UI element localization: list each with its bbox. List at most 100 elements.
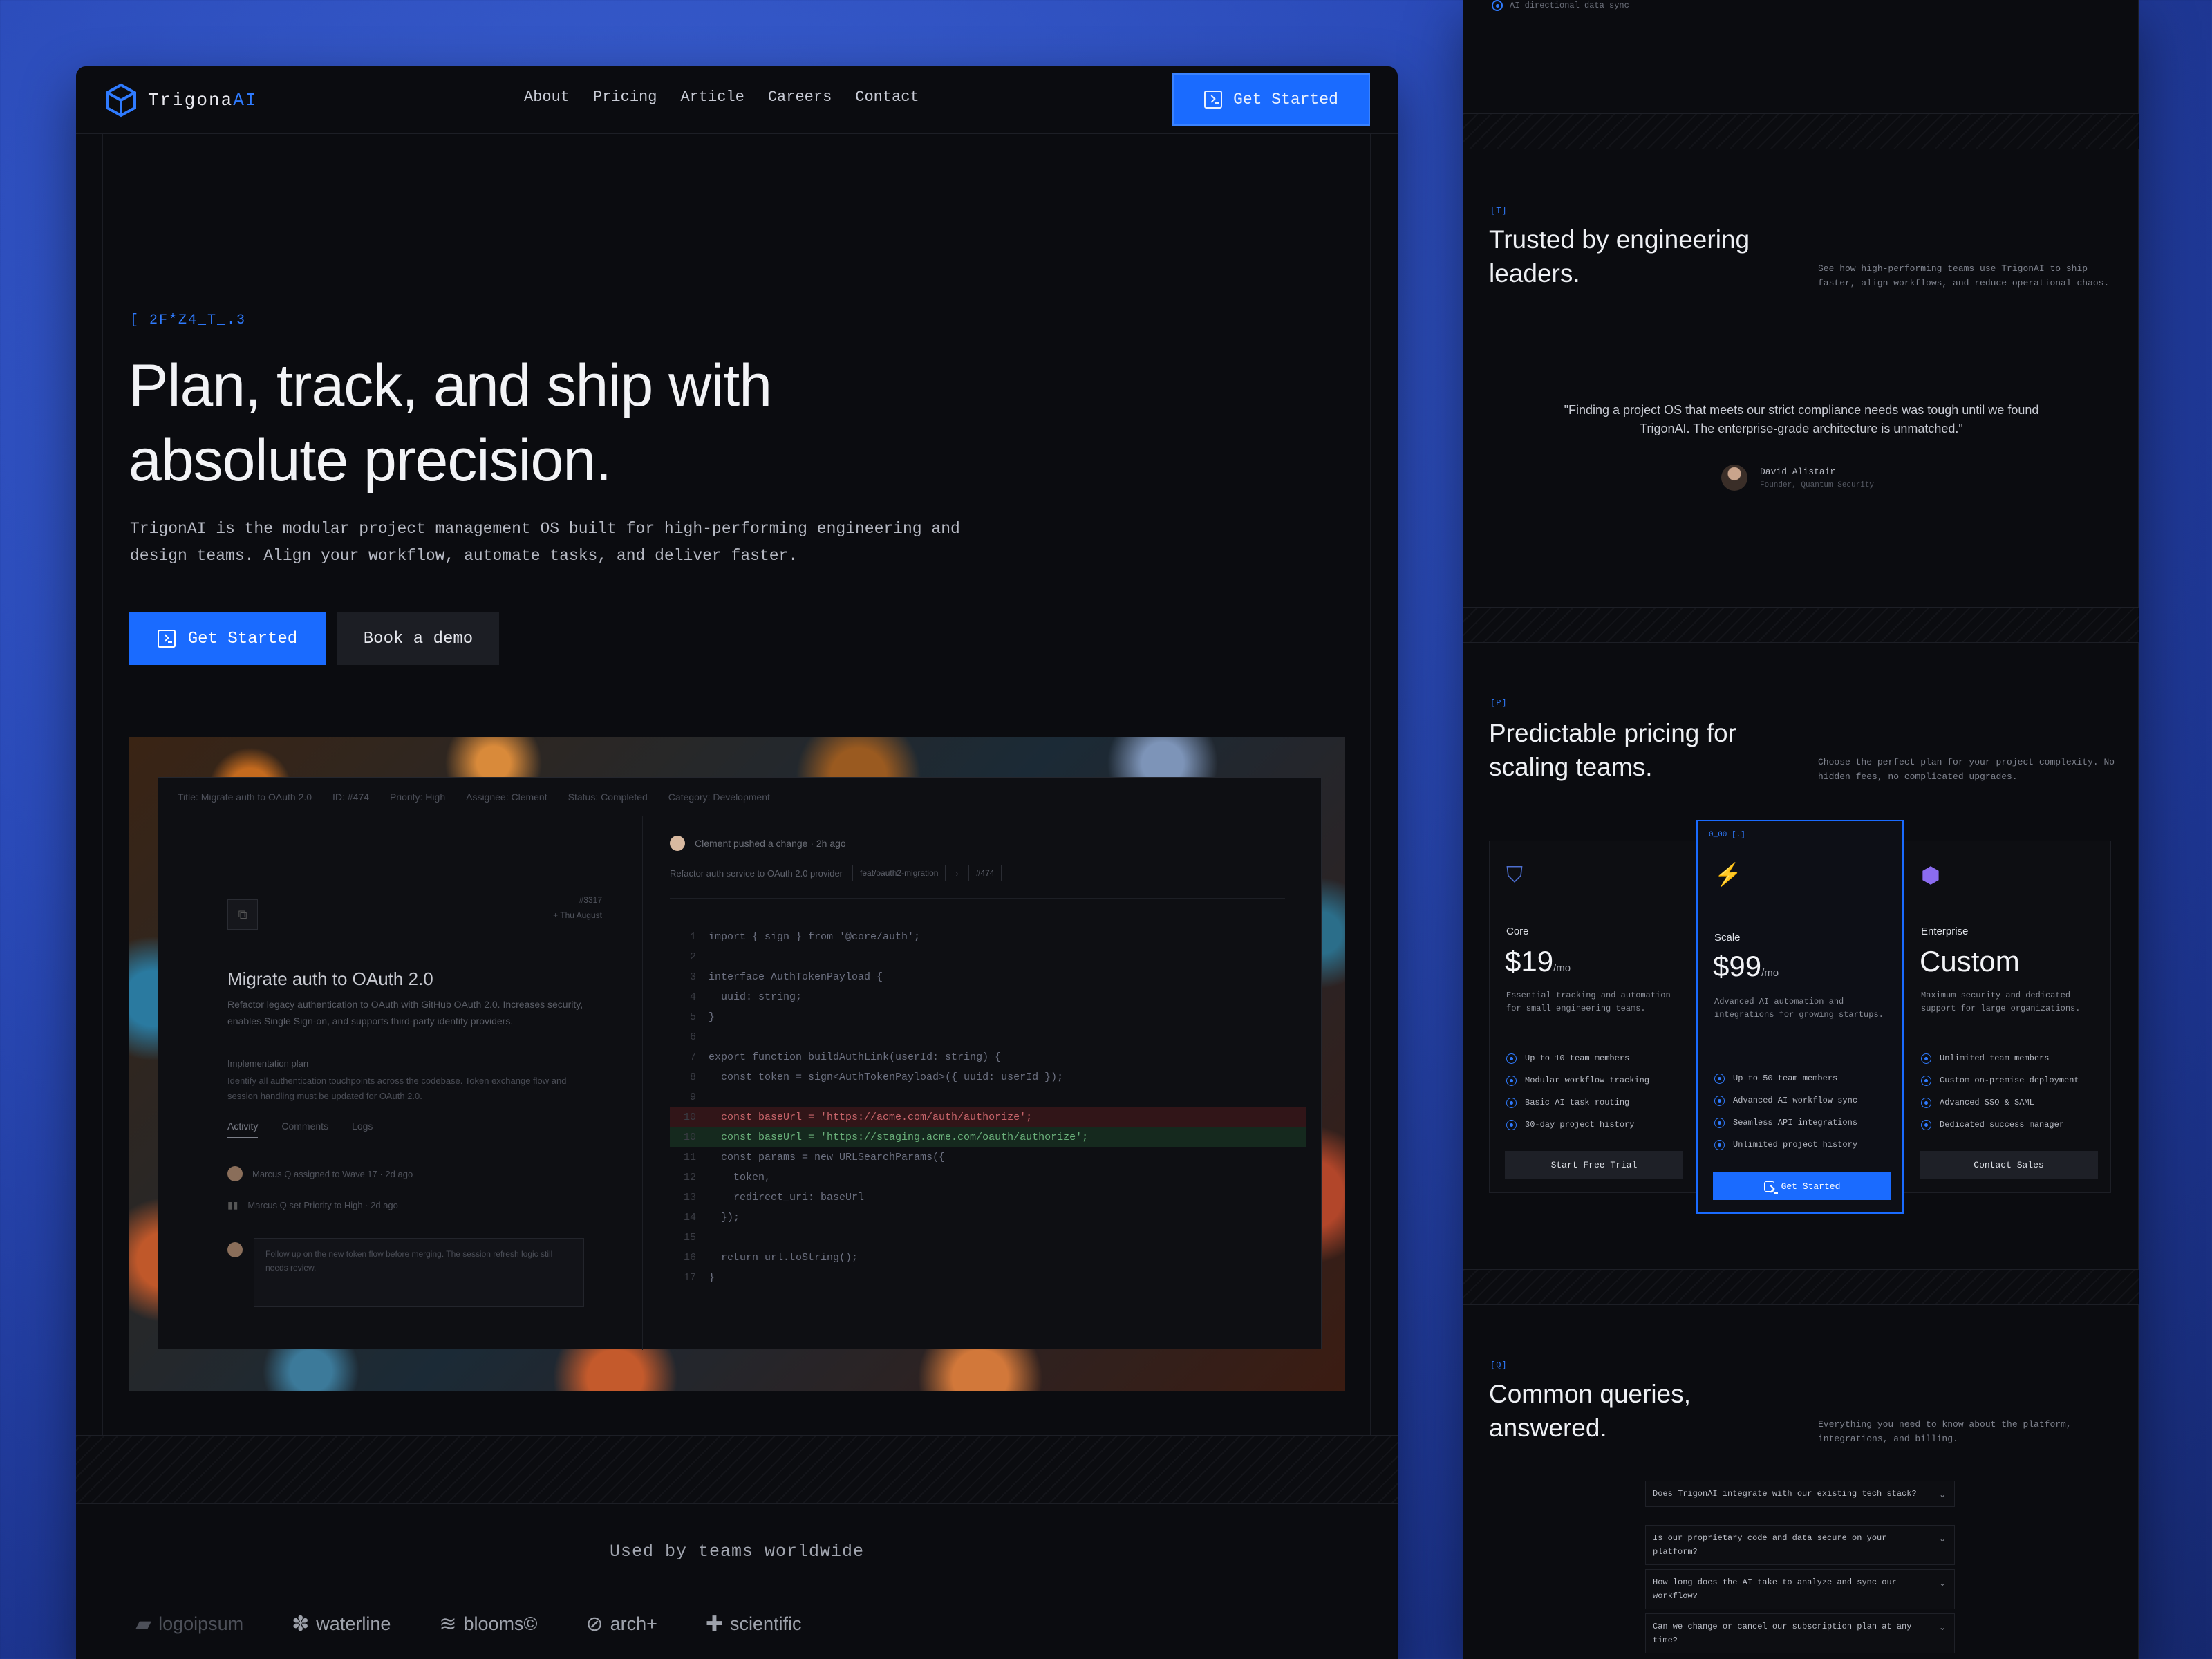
issue-chip: #474: [968, 865, 1002, 881]
code-line: 14 });: [670, 1208, 1306, 1228]
nav-link-article[interactable]: Article: [680, 88, 744, 106]
book-demo-button[interactable]: Book a demo: [337, 612, 499, 665]
code-text: const params = new URLSearchParams({: [709, 1152, 946, 1163]
code-text: }: [709, 1272, 715, 1284]
nav-link-contact[interactable]: Contact: [855, 88, 919, 106]
pricing-title: Predictable pricing for scaling teams.: [1489, 719, 1736, 781]
testimonials-title: Trusted by engineering leaders.: [1489, 225, 1750, 288]
section-divider-hatch: [1463, 1269, 2139, 1305]
chevron-down-icon: ⌄: [1938, 1490, 1946, 1500]
code-line: 13 redirect_uri: baseUrl: [670, 1188, 1306, 1208]
plan-feature: Custom on-premise deployment: [1921, 1069, 2079, 1091]
tab-activity[interactable]: Activity: [227, 1121, 259, 1138]
tab-logs[interactable]: Logs: [352, 1121, 373, 1138]
branch-chip: feat/oauth2-migration: [852, 865, 946, 881]
line-number: 3: [689, 971, 696, 983]
plan-description: Essential tracking and automation for sm…: [1506, 991, 1671, 1013]
logoipsum-mark-icon: ▰: [135, 1613, 152, 1635]
nav-get-started-button[interactable]: Get Started: [1172, 73, 1370, 126]
plan-feature: Advanced SSO & SAML: [1921, 1091, 2079, 1114]
activity-item: Marcus Q assigned to Wave 17 · 2d ago: [227, 1166, 413, 1181]
landing-page-sections-card: AI directional data sync [T] Trusted by …: [1463, 0, 2139, 1659]
hexagon-cube-icon: [106, 83, 136, 118]
code-line: 7 export function buildAuthLink(userId: s…: [670, 1047, 1306, 1067]
hero-title: Plan, track, and ship with absolute preci…: [129, 353, 772, 494]
plan-name: Core: [1506, 926, 1529, 937]
chevron-down-icon: ⌄: [1938, 1623, 1946, 1633]
check-ring-icon: [1714, 1117, 1725, 1128]
nav-link-careers[interactable]: Careers: [768, 88, 832, 106]
plan-feature: Up to 50 team members: [1714, 1067, 1857, 1089]
faq-item[interactable]: How long does the AI take to analyze and…: [1645, 1569, 1955, 1609]
scale-get-started-button[interactable]: Get Started: [1713, 1172, 1891, 1200]
line-number: 11: [683, 1152, 696, 1163]
nav-link-pricing[interactable]: Pricing: [593, 88, 657, 106]
faq-item[interactable]: Is our proprietary code and data secure …: [1645, 1525, 1955, 1565]
code-text: token,: [709, 1172, 771, 1183]
author-role: Founder, Quantum Security: [1760, 480, 1875, 489]
terminal-icon: [157, 630, 176, 648]
contact-sales-button[interactable]: Contact Sales: [1920, 1151, 2098, 1179]
code-text: export function buildAuthLink(userId: st…: [709, 1051, 1002, 1063]
line-number: 12: [683, 1172, 696, 1183]
code-line: 11 const params = new URLSearchParams({: [670, 1147, 1306, 1168]
check-ring-icon: [1921, 1119, 1931, 1130]
client-logo-arch: ⊘ arch+: [585, 1613, 657, 1635]
faq-item[interactable]: Does TrigonAI integrate with our existin…: [1645, 1481, 1955, 1507]
client-logos: ▰ logoipsum ✽ waterline ≋ blooms© ⊘ arch+ ✚ s…: [135, 1612, 802, 1636]
commit-message: Refactor auth service to OAuth 2.0 provi…: [670, 865, 1002, 881]
arch-mark-icon: ⊘: [585, 1613, 603, 1635]
code-text: const baseUrl = 'https://staging.acme.co…: [709, 1132, 1089, 1143]
plan-feature: Basic AI task routing: [1506, 1091, 1649, 1114]
check-ring-icon: [1921, 1097, 1931, 1108]
terminal-icon: [1204, 91, 1223, 109]
comment-box[interactable]: Follow up on the new token flow before m…: [254, 1238, 584, 1307]
hero-description: TrigonAI is the modular project manageme…: [130, 520, 960, 565]
chevron-down-icon: ⌄: [1938, 1579, 1946, 1588]
line-number: 5: [689, 1011, 696, 1023]
task-detail-panel: ⧉ #3317 + Thu August Migrate auth to OAu…: [178, 816, 642, 1328]
tab-comments[interactable]: Comments: [281, 1121, 328, 1138]
code-text: uuid: string;: [709, 991, 803, 1003]
brand-logo[interactable]: TrigonaAI: [104, 83, 257, 118]
line-number: 1: [689, 931, 696, 943]
code-line: 12 token,: [670, 1168, 1306, 1188]
code-text: });: [709, 1212, 740, 1224]
featured-tag: 0_00 [.]: [1709, 831, 1745, 839]
blooms-mark-icon: ≋: [439, 1613, 457, 1635]
shield-icon: ⛉: [1506, 862, 1524, 887]
testimonials-tag: [T]: [1490, 206, 1508, 216]
code-text: redirect_uri: baseUrl: [709, 1192, 865, 1203]
faq-item[interactable]: Can we change or cancel our subscription…: [1645, 1613, 1955, 1653]
plan-card-scale: 0_00 [.] ⚡ Scale $99/mo Advanced AI auto…: [1696, 820, 1904, 1214]
check-ring-icon: [1921, 1075, 1931, 1086]
line-number: 13: [683, 1192, 696, 1203]
plan-price: $19/mo: [1505, 945, 1571, 977]
landing-page-card: TrigonaAI About Pricing Article Careers …: [76, 66, 1398, 1659]
code-line: 6: [670, 1027, 1306, 1047]
plan-feature: Seamless API integrations: [1714, 1112, 1857, 1134]
plan-features: Unlimited team members Custom on-premise…: [1921, 1047, 2079, 1136]
guide-line: [2138, 0, 2139, 1659]
navbar: TrigonaAI About Pricing Article Careers …: [76, 66, 1398, 134]
code-line: 3 interface AuthTokenPayload {: [670, 967, 1306, 987]
activity-item: ▮▮ Marcus Q set Priority to High · 2d ag…: [227, 1199, 398, 1210]
plan-price: Custom: [1920, 945, 2020, 977]
hero-eyebrow: [ 2F*Z4_T_.3: [130, 312, 247, 328]
check-ring-icon: [1506, 1075, 1517, 1086]
nav-link-about[interactable]: About: [524, 88, 570, 106]
hero-get-started-button[interactable]: Get Started: [129, 612, 326, 665]
chart-bar-icon: ▮▮: [227, 1199, 238, 1210]
start-free-trial-button[interactable]: Start Free Trial: [1505, 1151, 1683, 1179]
code-text: return url.toString();: [709, 1252, 859, 1264]
faq-title: Common queries, answered.: [1489, 1380, 1691, 1442]
plan-feature: Up to 10 team members: [1506, 1047, 1649, 1069]
line-number: 6: [689, 1031, 696, 1043]
meta-status: Status: Completed: [568, 791, 648, 803]
task-subdescription: Identify all authentication touchpoints …: [227, 1076, 567, 1101]
nav-links: About Pricing Article Careers Contact: [524, 88, 919, 106]
plan-feature: Dedicated success manager: [1921, 1114, 2079, 1136]
meta-title: Title: Migrate auth to OAuth 2.0: [178, 791, 312, 803]
guide-line: [1370, 134, 1371, 1503]
meta-assignee: Assignee: Clement: [466, 791, 547, 803]
